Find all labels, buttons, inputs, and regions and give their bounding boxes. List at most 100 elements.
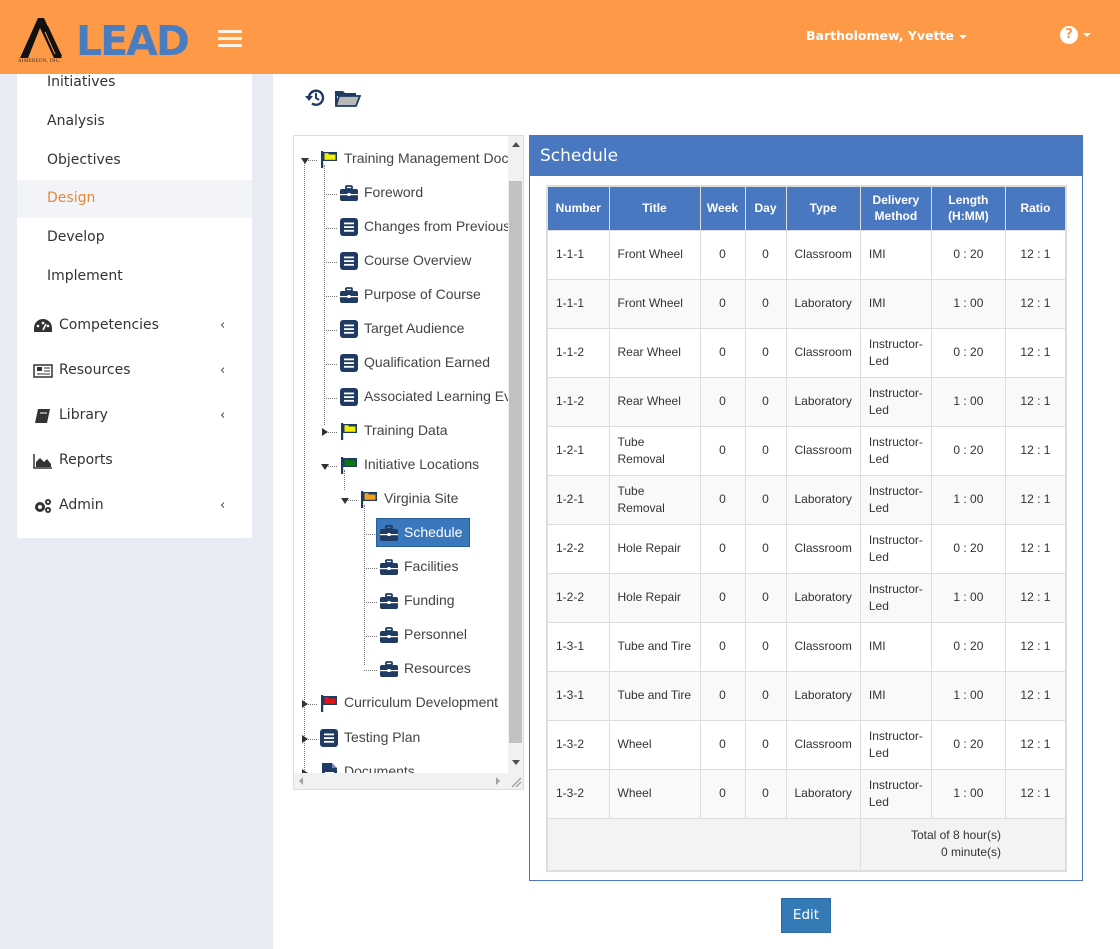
expand-node-icon[interactable] [322, 428, 328, 436]
tree-node-label: Virginia Site [384, 490, 459, 506]
sidebar-item-admin[interactable]: Admin ‹ [17, 487, 252, 525]
cell-week: 0 [699, 327, 746, 378]
cell-length: 0 : 20 [930, 621, 1006, 672]
folder-open-icon[interactable] [335, 89, 361, 107]
cell-day: 0 [744, 327, 787, 378]
question-circle-icon: ? [1060, 26, 1078, 44]
help-menu-dropdown[interactable]: ? [1060, 26, 1091, 44]
cell-week: 0 [699, 670, 746, 721]
table-total-row: Total of 8 hour(s) 0 minute(s) [546, 817, 1067, 872]
cell-week: 0 [699, 278, 746, 329]
tree-vertical-scrollbar[interactable] [508, 136, 523, 773]
tree-node-label: Funding [404, 592, 455, 608]
sidebar-item-label: Design [47, 190, 96, 206]
tree-connector [364, 505, 365, 665]
scroll-right-icon[interactable] [496, 777, 500, 785]
briefcase-icon [380, 559, 398, 575]
cell-title: Hole Repair [608, 523, 701, 574]
chevron-left-icon: ‹ [220, 408, 226, 423]
cell-day: 0 [744, 376, 787, 427]
sidebar-item-design[interactable]: Design [17, 180, 252, 218]
cell-length: 1 : 00 [930, 376, 1006, 427]
cell-type: Classroom [785, 229, 861, 280]
cell-title: Tube Removal [608, 425, 701, 476]
cell-day: 0 [744, 670, 787, 721]
sidebar-item-resources[interactable]: Resources ‹ [17, 352, 252, 390]
collapse-node-icon[interactable] [301, 158, 309, 164]
tree-connector [324, 262, 337, 263]
cell-delivery: Instructor-Led [859, 425, 932, 476]
sidebar-item-initiatives[interactable]: Initiatives [17, 64, 252, 102]
scroll-down-icon[interactable] [512, 760, 520, 765]
sidebar-item-library[interactable]: Library ‹ [17, 397, 252, 435]
cell-length: 1 : 00 [930, 768, 1006, 819]
sidebar-item-objectives[interactable]: Objectives [17, 142, 252, 180]
scroll-up-icon[interactable] [512, 142, 520, 147]
column-header-delivery-method: Delivery Method [859, 185, 932, 231]
cell-title: Rear Wheel [608, 376, 701, 427]
orange-flag-icon [361, 491, 377, 508]
sidebar-item-develop[interactable]: Develop [17, 219, 252, 257]
table-row: 1-1-2 Rear Wheel 0 0 Laboratory Instructor-Le… [546, 376, 1067, 427]
history-icon[interactable] [304, 87, 326, 109]
menu-toggle-button[interactable] [218, 30, 242, 48]
cell-title: Front Wheel [608, 278, 701, 329]
cell-length: 0 : 20 [930, 719, 1006, 770]
collapse-node-icon[interactable] [321, 464, 329, 470]
column-header-day: Day [744, 185, 787, 231]
scrollbar-thumb[interactable] [509, 181, 522, 743]
resize-handle-icon[interactable] [508, 773, 523, 789]
sidebar-item-analysis[interactable]: Analysis [17, 103, 252, 141]
column-header-type: Type [785, 185, 861, 231]
cell-week: 0 [699, 474, 746, 525]
cell-title: Wheel [608, 719, 701, 770]
cell-day: 0 [744, 572, 787, 623]
edit-button[interactable]: Edit [781, 898, 831, 933]
sidebar-item-reports[interactable]: Reports [17, 442, 252, 480]
table-row: 1-1-1 Front Wheel 0 0 Laboratory IMI 1 : 00 12 … [546, 278, 1067, 329]
tree-node-label: Facilities [404, 558, 459, 574]
chevron-left-icon: ‹ [220, 498, 226, 513]
tree-horizontal-scrollbar[interactable] [294, 773, 508, 789]
tree-connector [324, 165, 325, 425]
aimereon-logo-icon [20, 18, 62, 58]
list-document-icon [340, 354, 358, 372]
cell-type: Laboratory [785, 768, 861, 819]
cell-day: 0 [744, 425, 787, 476]
green-flag-icon [341, 457, 357, 474]
cell-title: Rear Wheel [608, 327, 701, 378]
tree-node-label: Associated Learning Ev [364, 388, 512, 404]
sidebar-item-label: Resources [59, 362, 131, 378]
collapse-node-icon[interactable] [341, 498, 349, 504]
cell-week: 0 [699, 572, 746, 623]
yellow-flag-icon [341, 423, 357, 440]
table-row: 1-1-2 Rear Wheel 0 0 Classroom Instructor-Led… [546, 327, 1067, 378]
sidebar-item-competencies[interactable]: Competencies ‹ [17, 307, 252, 345]
sidebar-item-implement[interactable]: Implement [17, 258, 252, 296]
sidebar-item-label: Objectives [47, 152, 121, 168]
cell-delivery: Instructor-Led [859, 376, 932, 427]
cell-title: Wheel [608, 768, 701, 819]
cell-week: 0 [699, 523, 746, 574]
cell-number: 1-2-1 [546, 474, 610, 525]
table-row: 1-2-1 Tube Removal 0 0 Classroom Instructor-L… [546, 425, 1067, 476]
cell-length: 0 : 20 [930, 327, 1006, 378]
cell-ratio: 12 : 1 [1004, 327, 1067, 378]
cell-day: 0 [744, 229, 787, 280]
expand-node-icon[interactable] [302, 735, 308, 743]
cell-day: 0 [744, 768, 787, 819]
cell-type: Classroom [785, 719, 861, 770]
tree-node-label: Changes from Previous [364, 218, 511, 234]
expand-node-icon[interactable] [302, 700, 308, 708]
lead-logo[interactable]: AIMEREON, INC. LEAD [18, 16, 198, 68]
cell-number: 1-1-1 [546, 278, 610, 329]
table-row: 1-3-2 Wheel 0 0 Laboratory Instructor-Led 1 : … [546, 768, 1067, 819]
tree-node-label: Qualification Earned [364, 354, 491, 370]
cell-ratio: 12 : 1 [1004, 278, 1067, 329]
table-row: 1-3-2 Wheel 0 0 Classroom Instructor-Led 0 : 2… [546, 719, 1067, 770]
cell-delivery: Instructor-Led [859, 572, 932, 623]
cell-type: Classroom [785, 523, 861, 574]
scroll-left-icon[interactable] [299, 777, 303, 785]
list-document-icon [320, 729, 338, 747]
user-menu-dropdown[interactable]: Bartholomew, Yvette [806, 28, 967, 43]
